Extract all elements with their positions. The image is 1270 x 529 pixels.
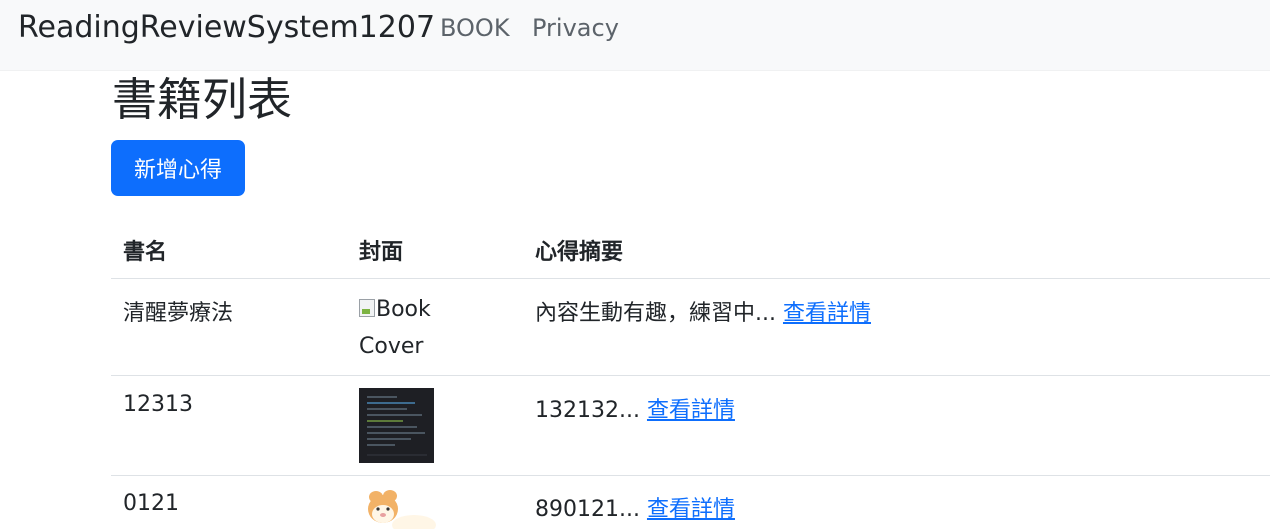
add-review-button[interactable]: 新增心得 — [111, 140, 245, 196]
page-title: 書籍列表 — [112, 73, 293, 126]
row-2-summary-text: 132132... — [535, 398, 640, 423]
column-header-summary: 心得摘要 — [535, 240, 624, 265]
row-1-summary-text: 內容生動有趣，練習中... — [535, 301, 776, 326]
table-row-divider — [111, 475, 1270, 476]
table-header-divider — [111, 278, 1270, 279]
row-3-view-details-link[interactable]: 查看詳情 — [647, 497, 735, 522]
alpaca-illustration — [368, 490, 436, 529]
row-1-book-title: 清醒夢療法 — [123, 301, 234, 326]
row-2-book-title: 12313 — [123, 392, 193, 417]
brand-link[interactable]: ReadingReviewSystem1207 — [18, 10, 435, 45]
row-1-book-cover: Book Cover — [359, 291, 479, 365]
row-2-summary: 132132... 查看詳情 — [535, 392, 735, 424]
row-3-book-title: 0121 — [123, 491, 179, 516]
column-header-cover: 封面 — [359, 240, 404, 265]
row-3-summary: 890121... 查看詳情 — [535, 491, 735, 523]
nav-link-book[interactable]: BOOK — [440, 14, 510, 42]
top-navbar: ReadingReviewSystem1207 BOOK Privacy — [0, 0, 1270, 71]
row-1-view-details-link[interactable]: 查看詳情 — [783, 301, 871, 326]
table-row-divider — [111, 375, 1270, 376]
broken-image-icon — [359, 299, 375, 317]
row-3-summary-text: 890121... — [535, 497, 640, 522]
column-header-title: 書名 — [123, 240, 168, 265]
row-1-summary: 內容生動有趣，練習中... 查看詳情 — [535, 295, 871, 327]
row-3-book-cover — [359, 487, 439, 529]
row-2-view-details-link[interactable]: 查看詳情 — [647, 398, 735, 423]
nav-link-privacy[interactable]: Privacy — [532, 14, 619, 42]
row-2-book-cover — [359, 388, 434, 463]
